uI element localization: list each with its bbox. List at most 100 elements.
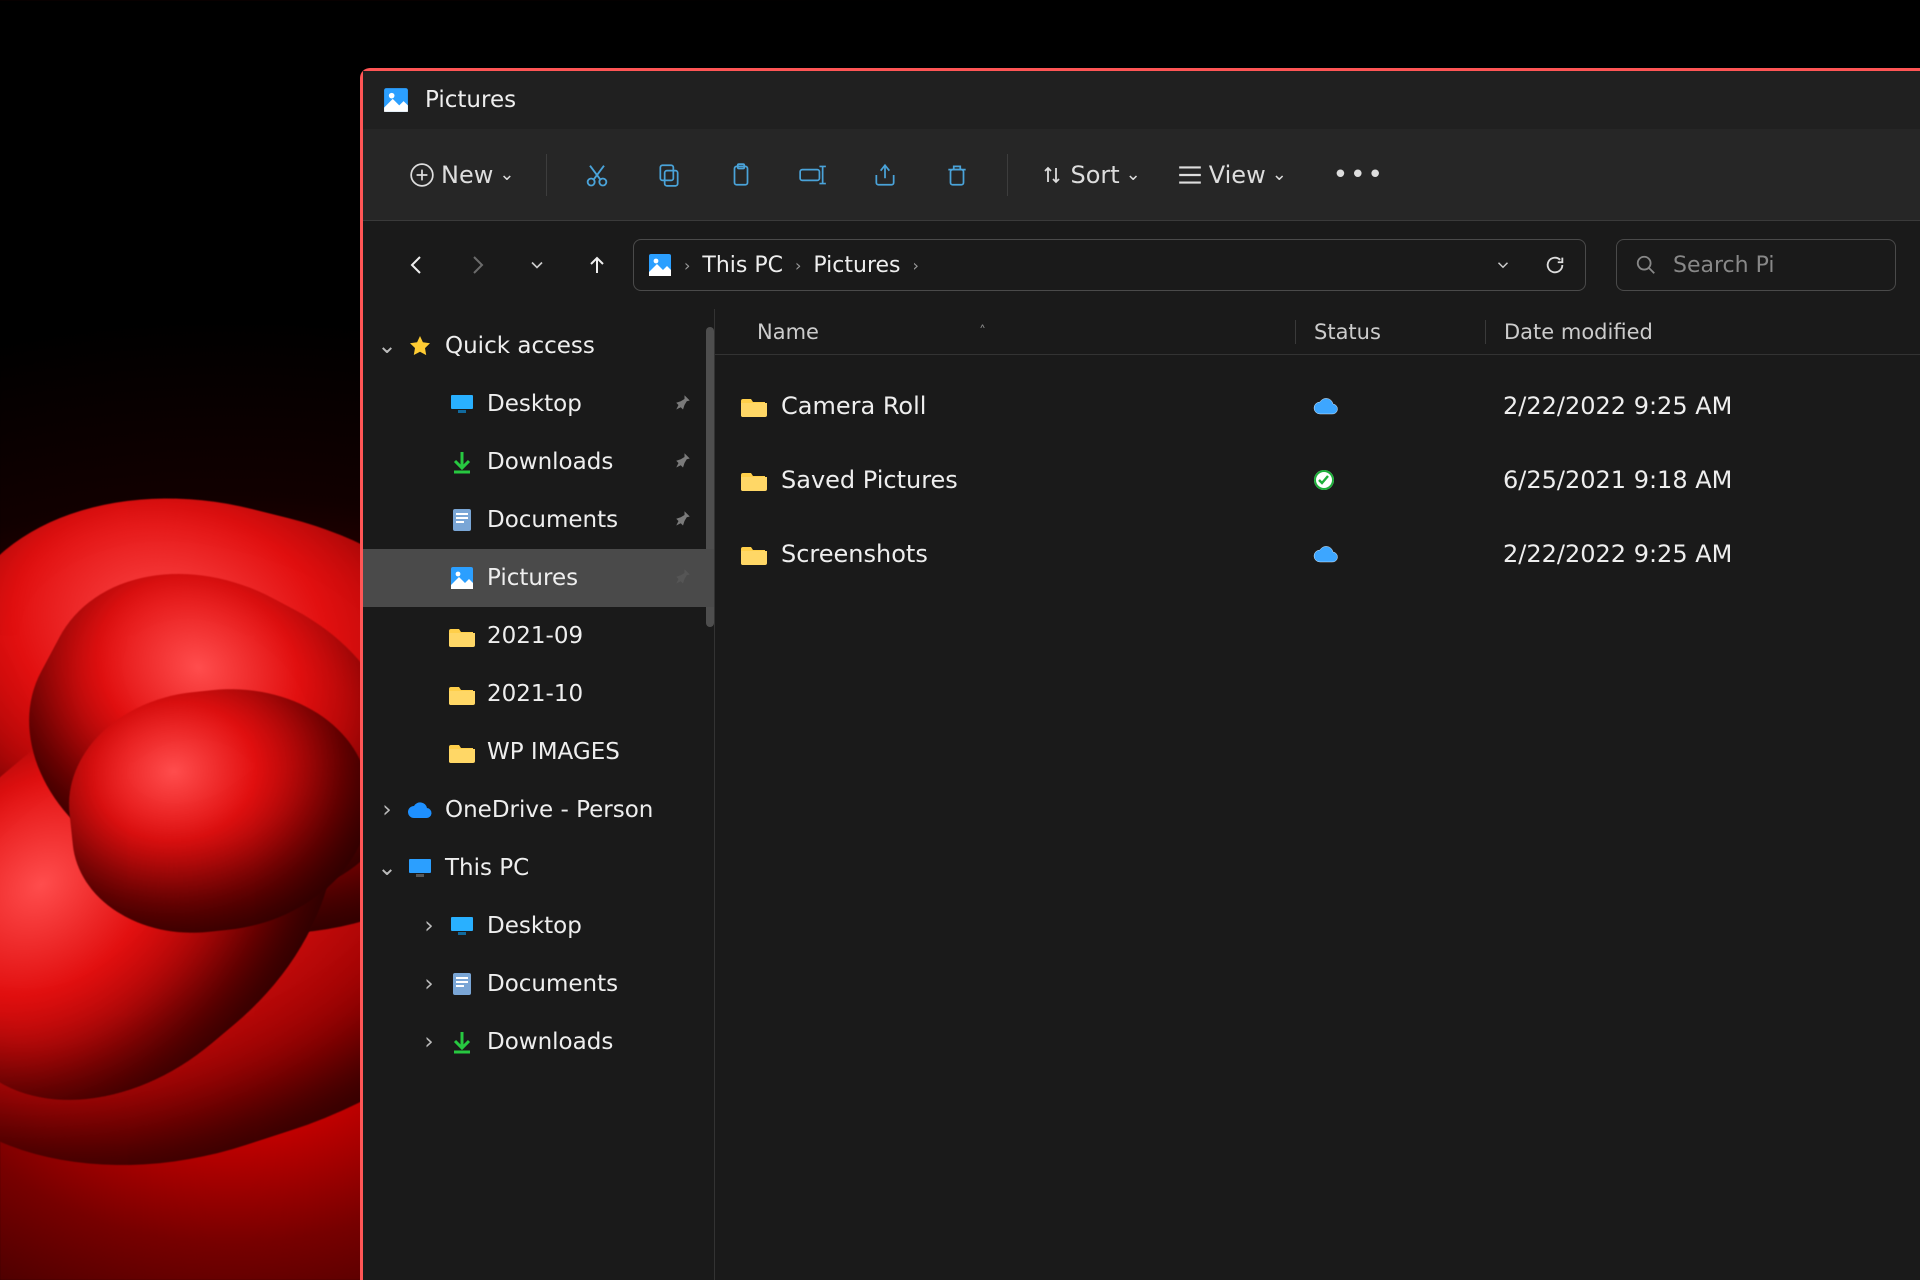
sidebar-this-pc[interactable]: ⌄ This PC [363,839,714,897]
recent-button[interactable] [513,241,561,289]
star-icon [405,334,435,358]
chevron-right-icon: › [913,256,919,275]
file-name: Screenshots [781,540,928,568]
column-status[interactable]: Status [1295,320,1485,344]
sidebar-item-documents[interactable]: Documents [363,491,714,549]
column-name[interactable]: Name ˄ [715,320,1295,344]
file-name: Saved Pictures [781,466,958,494]
search-icon [1635,254,1657,276]
search-placeholder: Search Pi [1673,253,1774,278]
toolbar: New ⌄ Sort ⌄ View ⌄ ••• [363,129,1920,221]
file-row[interactable]: Camera Roll 2/22/2022 9:25 AM [715,369,1920,443]
cloud-icon [1313,545,1339,563]
forward-button[interactable] [453,241,501,289]
back-button[interactable] [393,241,441,289]
chevron-right-icon: › [411,971,447,997]
share-icon [871,162,899,188]
sidebar-item-downloads[interactable]: › Downloads [363,1013,714,1071]
sidebar-item-desktop[interactable]: Desktop [363,375,714,433]
sidebar: ⌄ Quick access Desktop Downloads Documents… [363,309,715,1280]
desktop-icon [447,916,477,936]
up-button[interactable] [573,241,621,289]
downloads-icon [447,1030,477,1054]
chevron-down-icon: ⌄ [499,164,514,185]
rename-icon [798,162,828,188]
copy-icon [656,162,682,188]
copy-button[interactable] [633,145,705,205]
search-box[interactable]: Search Pi [1616,239,1896,291]
file-date: 2/22/2022 9:25 AM [1485,392,1920,420]
more-button[interactable]: ••• [1323,145,1395,205]
sidebar-item-label: Desktop [487,913,582,939]
sidebar-item-downloads[interactable]: Downloads [363,433,714,491]
folder-icon [447,683,477,705]
sidebar-item-label: Desktop [487,391,582,417]
documents-icon [447,508,477,532]
view-icon [1177,165,1203,185]
file-name: Camera Roll [781,392,926,420]
chevron-down-icon: ⌄ [369,855,405,881]
sidebar-item-2021-10[interactable]: 2021-10 [363,665,714,723]
file-row[interactable]: Saved Pictures 6/25/2021 9:18 AM [715,443,1920,517]
address-history-button[interactable] [1481,243,1525,287]
sort-icon [1040,163,1064,187]
folder-icon [741,395,767,417]
chevron-right-icon: › [369,797,405,823]
chevron-down-icon: ⌄ [1272,164,1287,185]
sidebar-onedrive[interactable]: › OneDrive - Person [363,781,714,839]
monitor-icon [405,857,435,879]
paste-button[interactable] [705,145,777,205]
sidebar-item-desktop[interactable]: ›Desktop [363,897,714,955]
chevron-down-icon: ⌄ [369,333,405,359]
breadcrumb-pictures[interactable]: Pictures [813,253,900,278]
sidebar-quick-access[interactable]: ⌄ Quick access [363,317,714,375]
file-list-area: Name ˄ Status Date modified Camera Roll 2… [715,309,1920,1280]
pictures-icon [447,566,477,590]
file-date: 6/25/2021 9:18 AM [1485,466,1920,494]
chevron-right-icon: › [795,256,801,275]
rename-button[interactable] [777,145,849,205]
column-headers: Name ˄ Status Date modified [715,309,1920,355]
sort-button[interactable]: Sort ⌄ [1022,145,1158,205]
file-date: 2/22/2022 9:25 AM [1485,540,1920,568]
sidebar-item-label: Documents [487,507,618,533]
address-bar[interactable]: › This PC › Pictures › [633,239,1586,291]
sidebar-item-label: Downloads [487,1029,613,1055]
cut-button[interactable] [561,145,633,205]
trash-icon [944,161,970,189]
pin-icon [674,392,692,416]
refresh-button[interactable] [1533,243,1577,287]
new-button[interactable]: New ⌄ [391,145,532,205]
pictures-icon [383,87,409,113]
column-date[interactable]: Date modified [1485,320,1920,344]
downloads-icon [447,450,477,474]
sidebar-item-2021-09[interactable]: 2021-09 [363,607,714,665]
pin-icon [674,508,692,532]
chevron-right-icon: › [684,256,690,275]
file-row[interactable]: Screenshots 2/22/2022 9:25 AM [715,517,1920,591]
pin-icon [674,566,692,590]
view-button[interactable]: View ⌄ [1159,145,1305,205]
folder-icon [447,625,477,647]
sidebar-item-label: Documents [487,971,618,997]
sidebar-item-label: Pictures [487,565,578,591]
folder-icon [447,741,477,763]
window-title: Pictures [425,87,516,113]
sidebar-item-label: 2021-09 [487,623,583,649]
share-button[interactable] [849,145,921,205]
pin-icon [674,450,692,474]
sidebar-item-label: Downloads [487,449,613,475]
sidebar-item-label: 2021-10 [487,681,583,707]
sidebar-item-documents[interactable]: › Documents [363,955,714,1013]
titlebar[interactable]: Pictures [363,71,1920,129]
documents-icon [447,972,477,996]
sidebar-item-pictures[interactable]: Pictures [363,549,714,607]
chevron-right-icon: › [411,1029,447,1055]
delete-button[interactable] [921,145,993,205]
sidebar-item-wp-images[interactable]: WP IMAGES [363,723,714,781]
ellipsis-icon: ••• [1333,160,1385,190]
breadcrumb-this-pc[interactable]: This PC [702,253,783,278]
sidebar-item-label: OneDrive - Person [445,797,653,823]
nav-row: › This PC › Pictures › Search Pi [363,221,1920,309]
sort-asc-icon: ˄ [979,324,986,340]
